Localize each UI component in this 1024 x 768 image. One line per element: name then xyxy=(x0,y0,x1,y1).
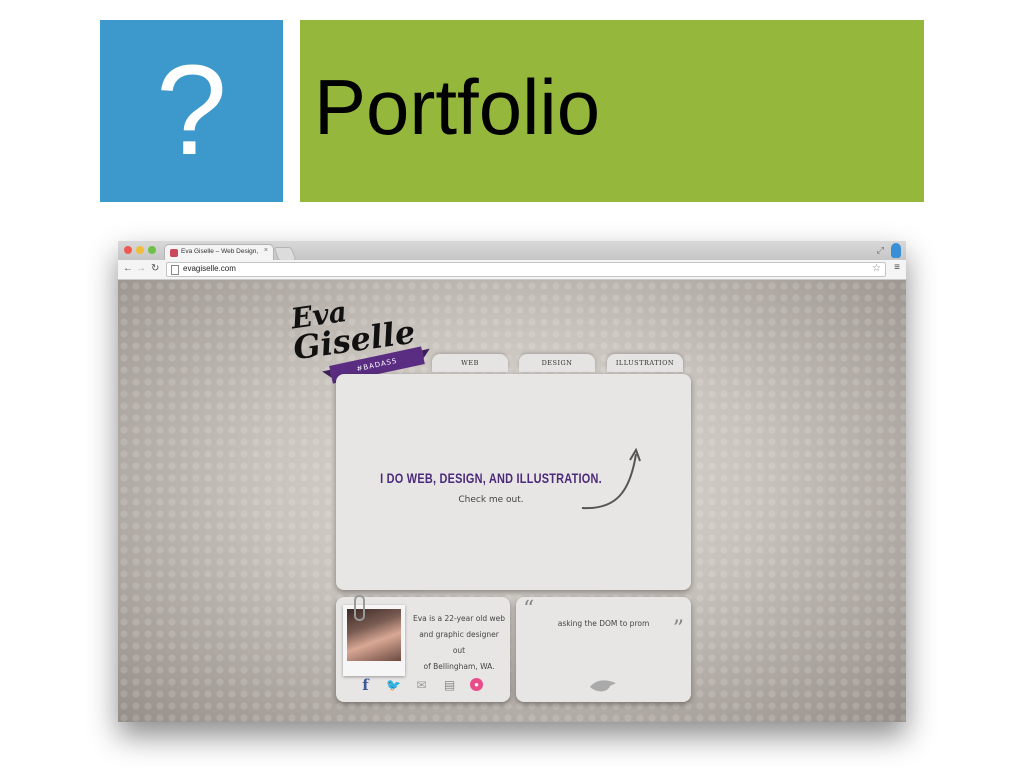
profile-polaroid xyxy=(343,595,405,676)
tweet-text: asking the DOM to prom xyxy=(557,619,650,628)
mail-icon[interactable]: ✉ xyxy=(414,678,429,693)
reload-icon[interactable]: ↻ xyxy=(151,263,159,275)
dribbble-icon[interactable]: ● xyxy=(470,678,483,691)
question-mark-box: ? xyxy=(100,20,283,202)
slide-title-box: Portfolio xyxy=(300,20,924,202)
bio-line: Eva is a 22-year old web xyxy=(412,614,506,623)
expand-icon[interactable]: ⤢ xyxy=(877,245,884,256)
browser-window: Eva Giselle – Web Design, Gr × ⤢ ← → ↻ e… xyxy=(118,241,906,722)
star-icon[interactable]: ☆ xyxy=(872,263,881,274)
document-icon[interactable]: ▤ xyxy=(442,678,457,693)
forward-icon[interactable]: → xyxy=(136,263,146,275)
page-icon xyxy=(171,265,179,275)
address-bar[interactable]: evagiselle.com ☆ xyxy=(166,262,886,277)
paperclip-icon xyxy=(354,595,365,621)
bio-line: of Bellingham, WA. xyxy=(423,662,495,671)
profile-icon[interactable] xyxy=(891,243,901,258)
close-quote-icon: ” xyxy=(672,617,684,642)
web-page: Eva Giselle #BADASS WEB DESIGN ILLUSTRAT… xyxy=(118,280,906,722)
new-tab-button[interactable] xyxy=(273,247,297,261)
question-mark-icon: ? xyxy=(155,39,228,182)
tweet-card: “ asking the DOM to prom ” xyxy=(516,597,691,702)
minimize-window-button[interactable] xyxy=(136,246,144,254)
zoom-window-button[interactable] xyxy=(148,246,156,254)
bio-line: and graphic designer out xyxy=(419,630,499,655)
tab-close-icon[interactable]: × xyxy=(264,247,268,254)
bio-text: Eva is a 22-year old web and graphic des… xyxy=(412,611,506,675)
twitter-icon[interactable]: 🐦 xyxy=(386,678,401,693)
browser-toolbar: ← → ↻ evagiselle.com ☆ ≡ xyxy=(118,260,906,280)
menu-icon[interactable]: ≡ xyxy=(894,262,900,273)
facebook-icon[interactable]: f xyxy=(358,678,373,693)
hero-card: I DO WEB, DESIGN, AND ILLUSTRATION. Chec… xyxy=(336,374,691,590)
tab-web[interactable]: WEB xyxy=(432,354,508,372)
curved-arrow-icon xyxy=(581,447,641,510)
tab-illustration[interactable]: ILLUSTRATION xyxy=(607,354,683,372)
twitter-bird-icon xyxy=(590,680,616,692)
close-window-button[interactable] xyxy=(124,246,132,254)
slide-title: Portfolio xyxy=(314,63,601,151)
bio-card: Eva is a 22-year old web and graphic des… xyxy=(336,595,510,702)
browser-tab[interactable]: Eva Giselle – Web Design, Gr × xyxy=(164,244,274,261)
back-icon[interactable]: ← xyxy=(123,263,133,275)
tab-title: Eva Giselle – Web Design, Gr xyxy=(181,248,259,255)
url-text[interactable]: evagiselle.com xyxy=(183,264,236,273)
favicon-icon xyxy=(170,249,178,257)
tab-strip: Eva Giselle – Web Design, Gr × ⤢ xyxy=(118,241,906,261)
tab-design[interactable]: DESIGN xyxy=(519,354,595,372)
social-links: f 🐦 ✉ ▤ ● xyxy=(358,678,498,696)
